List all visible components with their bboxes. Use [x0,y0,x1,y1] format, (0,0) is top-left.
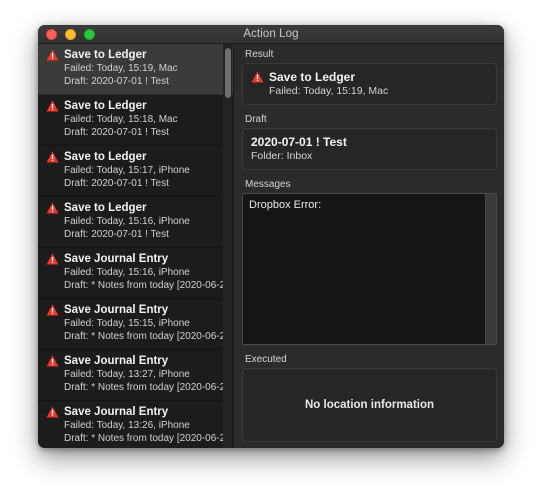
action-log-list[interactable]: Save to Ledger Failed: Today, 15:19, Mac D… [38,44,233,448]
warning-triangle-icon [251,71,264,83]
result-header: Save to Ledger [251,70,488,84]
list-item-title: Save to Ledger [64,202,147,214]
list-item-draft: Draft: * Notes from today [2020-06-29 [64,280,224,291]
list-item-title: Save Journal Entry [64,304,169,316]
list-item-status: Failed: Today, 13:26, iPhone [64,420,190,431]
messages-text: Dropbox Error: [249,199,322,211]
list-item-title: Save to Ledger [64,49,147,61]
draft-section-label: Draft [245,114,267,125]
list-item-status: Failed: Today, 13:27, iPhone [64,369,190,380]
list-item[interactable]: Save Journal Entry Failed: Today, 13:27, … [38,350,233,401]
maximize-window-button[interactable] [84,28,95,40]
messages-scrollbar[interactable] [485,194,496,344]
traffic-light-group [38,28,95,40]
list-item-draft: Draft: 2020-07-01 ! Test [64,76,169,87]
draft-folder: Folder: Inbox [251,150,313,162]
window-title: Action Log [243,28,299,40]
detail-pane: Result Save to Ledger Failed: Today, 15:… [234,44,504,448]
list-item[interactable]: Save to Ledger Failed: Today, 15:17, iPho… [38,146,233,197]
list-item[interactable]: Save to Ledger Failed: Today, 15:18, Mac D… [38,95,233,146]
result-box: Save to Ledger Failed: Today, 15:19, Mac [242,63,497,105]
list-item-header: Save to Ledger [46,151,224,163]
list-item-draft: Draft: * Notes from today [2020-06-29 [64,382,224,393]
list-item[interactable]: Save to Ledger Failed: Today, 15:16, iPho… [38,197,233,248]
list-item-header: Save to Ledger [46,49,224,61]
executed-text: No location information [304,399,435,411]
list-item-title: Save Journal Entry [64,406,169,418]
list-item[interactable]: Save to Ledger Failed: Today, 15:19, Mac D… [38,44,233,95]
action-log-window: Action Log Save to Ledger Failed: Today, … [38,25,504,448]
warning-triangle-icon [46,304,59,316]
list-item-header: Save to Ledger [46,202,224,214]
warning-triangle-icon [46,406,59,418]
result-status: Failed: Today, 15:19, Mac [269,85,389,97]
list-item-title: Save Journal Entry [64,355,169,367]
list-item-header: Save Journal Entry [46,304,224,316]
window-body: Save to Ledger Failed: Today, 15:19, Mac D… [38,44,504,448]
warning-triangle-icon [46,202,59,214]
warning-triangle-icon [46,253,59,265]
list-item-title: Save Journal Entry [64,253,169,265]
warning-triangle-icon [46,151,59,163]
executed-box: No location information [242,368,497,442]
list-item-draft: Draft: 2020-07-01 ! Test [64,127,169,138]
list-item-draft: Draft: 2020-07-01 ! Test [64,229,169,240]
close-window-button[interactable] [46,28,57,40]
list-item-header: Save Journal Entry [46,355,224,367]
warning-triangle-icon [46,355,59,367]
list-item-header: Save to Ledger [46,100,224,112]
list-item-status: Failed: Today, 15:15, iPhone [64,318,190,329]
draft-box: 2020-07-01 ! Test Folder: Inbox [242,128,497,170]
list-item[interactable]: Save Journal Entry Failed: Today, 15:16, … [38,248,233,299]
list-item-header: Save Journal Entry [46,253,224,265]
result-title: Save to Ledger [269,70,356,84]
messages-textarea[interactable]: Dropbox Error: [242,193,497,345]
window-titlebar[interactable]: Action Log [38,25,504,44]
messages-section-label: Messages [245,179,291,190]
minimize-window-button[interactable] [65,28,76,40]
list-item-title: Save to Ledger [64,151,147,163]
list-item-draft: Draft: * Notes from today [2020-06-29 [64,433,224,444]
list-item-title: Save to Ledger [64,100,147,112]
warning-triangle-icon [46,100,59,112]
sidebar-scrollbar[interactable] [223,44,232,448]
list-item-header: Save Journal Entry [46,406,224,418]
sidebar-scrollbar-thumb[interactable] [224,48,231,98]
list-item[interactable]: Save Journal Entry Failed: Today, 13:26, … [38,401,233,448]
list-item-status: Failed: Today, 15:16, iPhone [64,216,190,227]
list-item[interactable]: Save Journal Entry Failed: Today, 15:15, … [38,299,233,350]
list-item-status: Failed: Today, 15:16, iPhone [64,267,190,278]
warning-triangle-icon [46,49,59,61]
action-log-sidebar: Save to Ledger Failed: Today, 15:19, Mac D… [38,44,234,448]
executed-section-label: Executed [245,354,287,365]
draft-title: 2020-07-01 ! Test [251,135,347,149]
list-item-status: Failed: Today, 15:17, iPhone [64,165,190,176]
result-section-label: Result [245,49,274,60]
list-item-status: Failed: Today, 15:18, Mac [64,114,178,125]
list-item-draft: Draft: 2020-07-01 ! Test [64,178,169,189]
list-item-status: Failed: Today, 15:19, Mac [64,63,178,74]
list-item-draft: Draft: * Notes from today [2020-06-29 [64,331,224,342]
